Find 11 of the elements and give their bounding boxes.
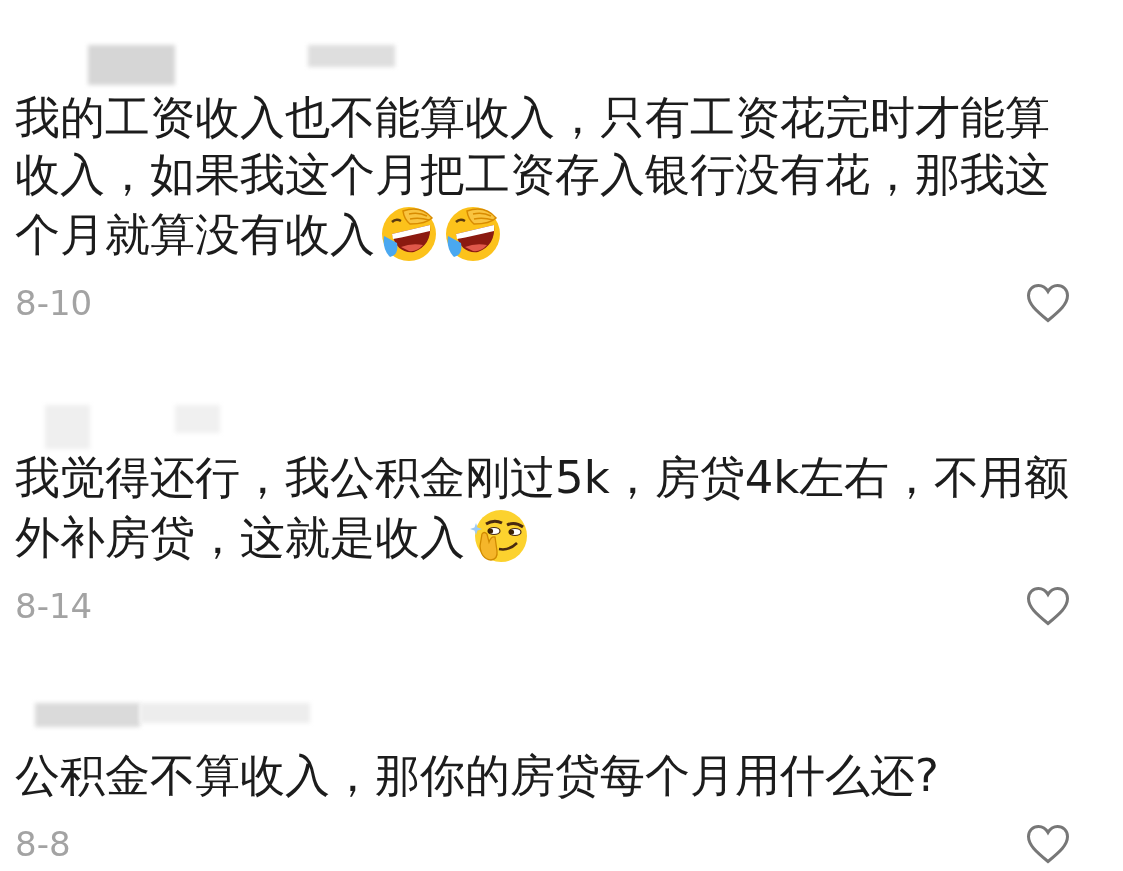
comment-text: 个月就算没有收入 [15, 208, 375, 261]
comment-text: 我的工资收入也不能算收入，只有工资花完时才能算收入，如果我这个月把工资存入银行没有花，那我这 [15, 91, 1050, 201]
comment-text: 外补房贷，这就是收入 [15, 511, 465, 564]
comment-text: 公积金不算收入，那你的房贷每个月用什么还? [15, 749, 939, 802]
heart-icon[interactable] [1026, 586, 1070, 626]
heart-icon[interactable] [1026, 283, 1070, 323]
comment-date: 8-10 [15, 282, 93, 325]
comment-date: 8-8 [15, 823, 71, 866]
comment-text: 我觉得还行，我公积金刚过5k，房贷4k左右，不用额 [15, 451, 1070, 504]
heart-icon[interactable] [1026, 824, 1070, 864]
comment-date: 8-14 [15, 585, 93, 628]
